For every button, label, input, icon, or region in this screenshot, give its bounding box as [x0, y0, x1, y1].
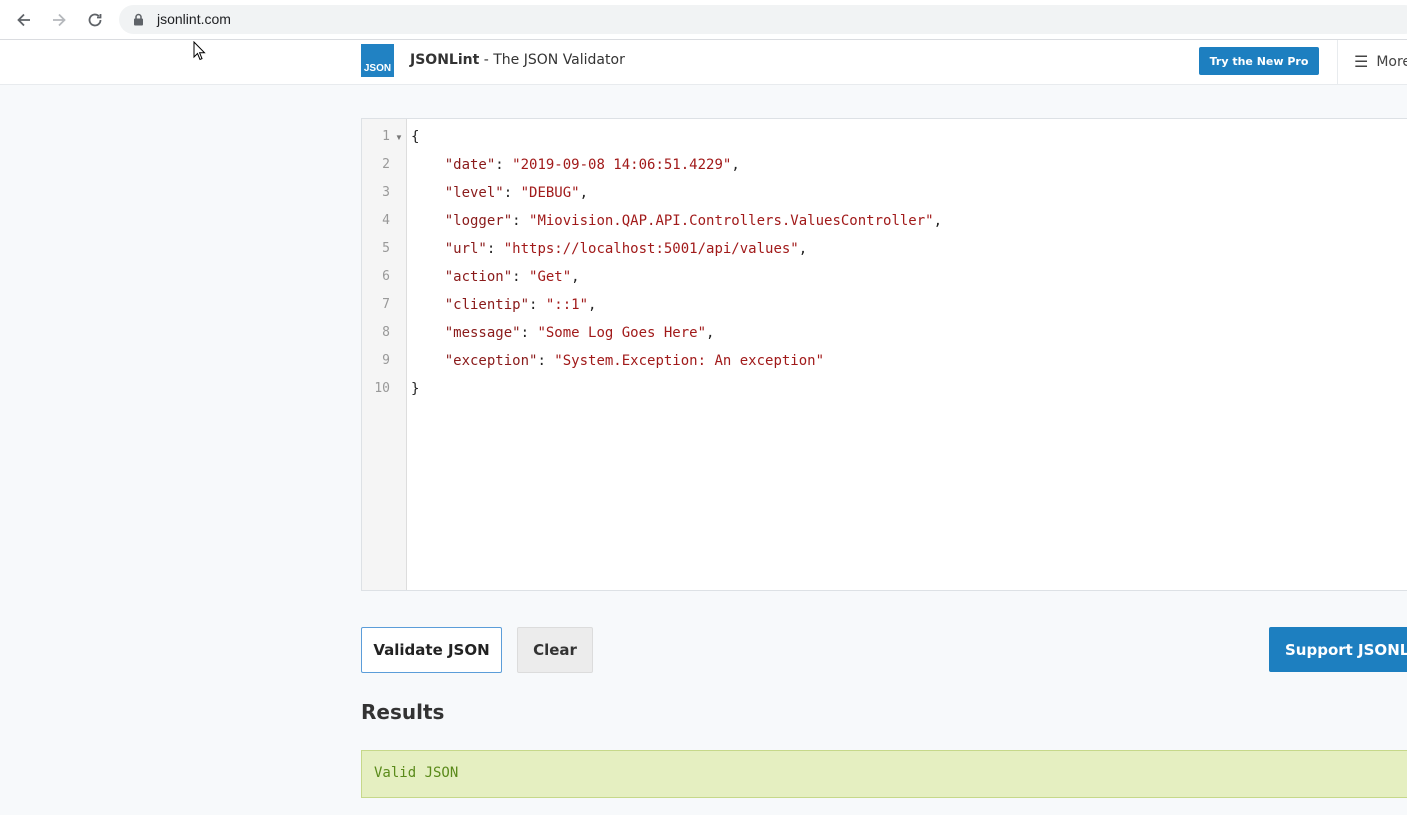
site-title: JSONLint - The JSON Validator	[410, 52, 625, 68]
comma: ,	[933, 213, 943, 229]
line-number: 8	[382, 325, 390, 340]
code-line[interactable]: "logger": "Miovision.QAP.API.Controllers…	[411, 207, 942, 235]
json-value: "System.Exception: An exception"	[554, 353, 825, 369]
colon: :	[495, 157, 513, 173]
comma: ,	[588, 297, 597, 313]
result-message: Valid JSON	[374, 765, 459, 781]
mouse-pointer-icon	[193, 41, 206, 61]
line-number-gutter: 1 ▼ 2 3 4 5 6 7 8 9 10	[362, 119, 407, 590]
results-heading: Results	[361, 700, 445, 724]
result-box: Valid JSON	[361, 750, 1407, 798]
json-key: "message"	[444, 325, 521, 341]
support-jsonlint-button[interactable]: Support JSONLint	[1269, 627, 1407, 672]
line-number: 5	[382, 241, 390, 256]
site-header: JSON JSONLint - The JSON Validator Try t…	[0, 40, 1407, 85]
code-line[interactable]: "level": "DEBUG",	[411, 179, 588, 207]
colon: :	[520, 325, 538, 341]
arrow-left-icon	[17, 13, 30, 27]
try-pro-button[interactable]: Try the New Pro	[1199, 47, 1319, 75]
code-line[interactable]: "exception": "System.Exception: An excep…	[411, 347, 824, 375]
code-line[interactable]: }	[411, 375, 419, 403]
json-editor[interactable]: 1 ▼ 2 3 4 5 6 7 8 9 10 { "date": "2019-0…	[361, 118, 1407, 591]
line-number: 1	[382, 129, 390, 144]
json-value: "Get"	[529, 269, 572, 285]
browser-toolbar: jsonlint.com	[0, 0, 1407, 40]
colon: :	[503, 185, 521, 201]
json-value: "Miovision.QAP.API.Controllers.ValuesCon…	[529, 213, 934, 229]
json-key: "date"	[444, 157, 496, 173]
code-brace: {	[411, 129, 420, 145]
json-value: "::1"	[545, 297, 589, 313]
code-line[interactable]: "date": "2019-09-08 14:06:51.4229",	[411, 151, 740, 179]
comma: ,	[571, 269, 580, 285]
comma: ,	[798, 241, 808, 257]
json-key: "exception"	[444, 353, 538, 369]
json-value: "DEBUG"	[520, 185, 580, 201]
code-line[interactable]: "clientip": "::1",	[411, 291, 597, 319]
code-line[interactable]: "action": "Get",	[411, 263, 580, 291]
line-number: 4	[382, 213, 390, 228]
comma: ,	[706, 325, 715, 341]
arrow-right-icon	[53, 13, 66, 27]
code-brace: }	[411, 381, 420, 397]
brand-name: JSONLint	[410, 52, 480, 68]
json-key: "clientip"	[444, 297, 530, 313]
more-menu-button[interactable]: ☰ More	[1337, 40, 1407, 84]
json-key: "logger"	[444, 213, 513, 229]
colon: :	[486, 241, 504, 257]
colon: :	[529, 297, 546, 313]
reload-icon	[88, 13, 102, 27]
colon: :	[512, 213, 530, 229]
validate-json-button[interactable]: Validate JSON	[361, 627, 502, 673]
jsonlint-logo[interactable]: JSON	[361, 44, 394, 77]
line-number: 7	[382, 297, 390, 312]
line-number: 9	[382, 353, 390, 368]
back-button[interactable]	[11, 7, 37, 33]
comma: ,	[579, 185, 589, 201]
code-line[interactable]: "message": "Some Log Goes Here",	[411, 319, 715, 347]
lock-icon	[134, 13, 143, 26]
clear-button[interactable]: Clear	[517, 627, 593, 673]
reload-button[interactable]	[82, 7, 108, 33]
json-key: "url"	[444, 241, 487, 257]
json-key: "level"	[444, 185, 504, 201]
json-value: "https://localhost:5001/api/values"	[503, 241, 799, 257]
colon: :	[537, 353, 555, 369]
code-line[interactable]: "url": "https://localhost:5001/api/value…	[411, 235, 807, 263]
forward-button[interactable]	[46, 7, 72, 33]
line-number: 6	[382, 269, 390, 284]
fold-arrow-icon[interactable]: ▼	[395, 133, 403, 142]
more-label: More	[1376, 54, 1407, 70]
json-value: "Some Log Goes Here"	[537, 325, 707, 341]
line-number: 2	[382, 157, 390, 172]
url-text: jsonlint.com	[157, 11, 231, 27]
hamburger-icon: ☰	[1354, 54, 1369, 71]
code-line[interactable]: {	[411, 123, 419, 151]
json-key: "action"	[444, 269, 513, 285]
line-number: 10	[374, 381, 390, 396]
comma: ,	[731, 157, 740, 173]
colon: :	[512, 269, 530, 285]
address-bar[interactable]: jsonlint.com	[119, 5, 1407, 34]
json-value: "2019-09-08 14:06:51.4229"	[512, 157, 732, 173]
tagline: - The JSON Validator	[479, 52, 625, 68]
line-number: 3	[382, 185, 390, 200]
